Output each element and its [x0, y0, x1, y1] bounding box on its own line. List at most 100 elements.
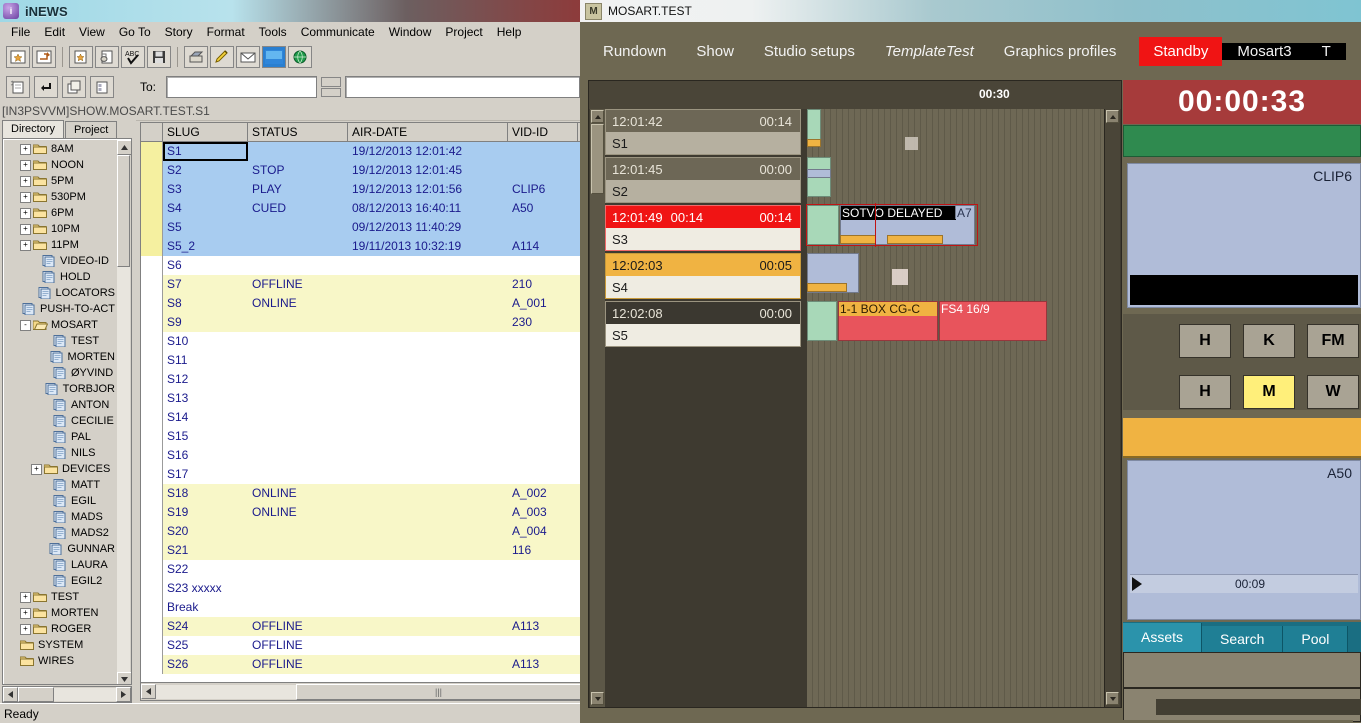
mosart-menu-item-rundown[interactable]: Rundown	[588, 43, 681, 60]
mosart-menu-item-graphics-profiles[interactable]: Graphics profiles	[989, 43, 1132, 60]
cell-status[interactable]	[248, 408, 348, 427]
row-marker-cell[interactable]	[141, 560, 163, 579]
directory-item[interactable]: LOCATORS	[5, 285, 115, 301]
cell-slug[interactable]: S12	[163, 370, 248, 389]
directory-item[interactable]: PAL	[5, 429, 115, 445]
playback-progress-bar[interactable]: 00:09	[1130, 574, 1358, 593]
row-marker-cell[interactable]	[141, 142, 163, 161]
cell-air-date[interactable]	[348, 484, 508, 503]
timeline-element[interactable]	[807, 205, 839, 245]
asset-detail-panel-b[interactable]	[1123, 688, 1361, 722]
cell-status[interactable]	[248, 446, 348, 465]
directory-item[interactable]: +530PM	[5, 189, 115, 205]
cell-vid-id[interactable]: 230	[508, 313, 578, 332]
cell-air-date[interactable]: 08/12/2013 16:40:11	[348, 199, 508, 218]
directory-item[interactable]: MADS2	[5, 525, 115, 541]
cell-slug[interactable]: S16	[163, 446, 248, 465]
cell-slug[interactable]: S21	[163, 541, 248, 560]
timeline-vertical-scrollbar-left[interactable]	[590, 109, 605, 707]
tree-expander-plus-icon[interactable]: +	[20, 592, 31, 603]
cell-air-date[interactable]: 19/12/2013 12:01:42	[348, 142, 508, 161]
cell-vid-id[interactable]	[508, 256, 578, 275]
table-row[interactable]: S24OFFLINEA113	[141, 617, 581, 636]
menu-item-file[interactable]: File	[4, 23, 37, 41]
cell-vid-id[interactable]: A114	[508, 237, 578, 256]
row-marker-cell[interactable]	[141, 579, 163, 598]
timeline-element[interactable]	[807, 139, 821, 147]
tab-assets[interactable]: Assets	[1123, 623, 1202, 652]
new-story-icon[interactable]	[6, 46, 30, 68]
print-icon[interactable]	[95, 46, 119, 68]
scroll-down-arrow[interactable]	[1106, 692, 1119, 705]
timeline-element[interactable]	[807, 283, 847, 292]
row-marker-cell[interactable]	[141, 617, 163, 636]
cell-slug[interactable]: S17	[163, 465, 248, 484]
directory-item[interactable]: +6PM	[5, 205, 115, 221]
scroll-right-arrow[interactable]	[116, 687, 131, 702]
timeline-elements-layer[interactable]: 1AN2SOTVO DELAYEDA7SOTVO11-1 BOX CG-CFS4…	[807, 109, 1105, 707]
cell-status[interactable]	[248, 598, 348, 617]
cell-slug[interactable]: S7	[163, 275, 248, 294]
directory-tabs[interactable]: DirectoryProject	[0, 120, 136, 138]
reply-icon[interactable]	[34, 76, 58, 98]
cell-status[interactable]: ONLINE	[248, 484, 348, 503]
directory-item[interactable]: EGIL2	[5, 573, 115, 589]
cell-slug[interactable]: S5	[163, 218, 248, 237]
cell-air-date[interactable]	[348, 541, 508, 560]
key-button-h[interactable]: H	[1179, 375, 1231, 409]
directory-item[interactable]: WIRES	[5, 653, 115, 669]
table-row[interactable]: S9230	[141, 313, 581, 332]
cell-air-date[interactable]	[348, 560, 508, 579]
table-row[interactable]: S8ONLINEA_001	[141, 294, 581, 313]
directory-tab-project[interactable]: Project	[65, 121, 117, 138]
timeline-vertical-scrollbar-right[interactable]	[1104, 109, 1120, 707]
cell-slug[interactable]: S25	[163, 636, 248, 655]
tree-expander-plus-icon[interactable]: +	[20, 144, 31, 155]
open-queue-icon[interactable]	[32, 46, 56, 68]
timeline-element[interactable]	[807, 169, 831, 178]
cell-status[interactable]: PLAY	[248, 180, 348, 199]
row-marker-cell[interactable]	[141, 408, 163, 427]
scroll-up-arrow[interactable]	[117, 140, 132, 155]
scroll-track[interactable]	[156, 685, 296, 699]
tab-search[interactable]: Search	[1202, 626, 1283, 652]
cell-status[interactable]	[248, 389, 348, 408]
directory-tab-directory[interactable]: Directory	[2, 120, 64, 138]
row-marker-cell[interactable]	[141, 161, 163, 180]
table-row[interactable]: S6	[141, 256, 581, 275]
cell-vid-id[interactable]	[508, 598, 578, 617]
scroll-up-arrow[interactable]	[591, 110, 604, 123]
tree-expander-plus-icon[interactable]: +	[20, 224, 31, 235]
cell-slug[interactable]: S5_2	[163, 237, 248, 256]
cell-air-date[interactable]: 09/12/2013 11:40:29	[348, 218, 508, 237]
row-marker-cell[interactable]	[141, 636, 163, 655]
tree-expander-plus-icon[interactable]: +	[20, 608, 31, 619]
monitor-icon[interactable]	[262, 46, 286, 68]
cell-vid-id[interactable]	[508, 389, 578, 408]
timeline-element[interactable]: A7	[955, 205, 975, 219]
row-marker-cell[interactable]	[141, 598, 163, 617]
cell-vid-id[interactable]: 116	[508, 541, 578, 560]
row-marker-cell[interactable]	[141, 541, 163, 560]
directory-item[interactable]: TORBJOR	[5, 381, 115, 397]
table-row[interactable]: S2STOP19/12/2013 12:01:45	[141, 161, 581, 180]
directory-item[interactable]: CECILIE	[5, 413, 115, 429]
cell-vid-id[interactable]	[508, 579, 578, 598]
cell-status[interactable]	[248, 579, 348, 598]
cell-status[interactable]	[248, 370, 348, 389]
menu-item-project[interactable]: Project	[438, 23, 489, 41]
directory-item[interactable]: NILS	[5, 445, 115, 461]
cell-vid-id[interactable]: CLIP6	[508, 180, 578, 199]
cell-vid-id[interactable]: A113	[508, 617, 578, 636]
scroll-left-arrow[interactable]	[3, 687, 18, 702]
tree-expander-plus-icon[interactable]: +	[20, 240, 31, 251]
menu-item-communicate[interactable]: Communicate	[294, 23, 382, 41]
column-header-slug[interactable]: SLUG	[163, 123, 248, 141]
timeline-story[interactable]: 12:01:4200:14S1	[605, 109, 801, 155]
timeline-element[interactable]: 1-1 BOX CG-C	[838, 301, 938, 341]
cell-slug[interactable]: S8	[163, 294, 248, 313]
cell-status[interactable]	[248, 522, 348, 541]
cell-vid-id[interactable]: A_002	[508, 484, 578, 503]
tree-expander-plus-icon[interactable]: +	[20, 176, 31, 187]
cell-status[interactable]	[248, 218, 348, 237]
